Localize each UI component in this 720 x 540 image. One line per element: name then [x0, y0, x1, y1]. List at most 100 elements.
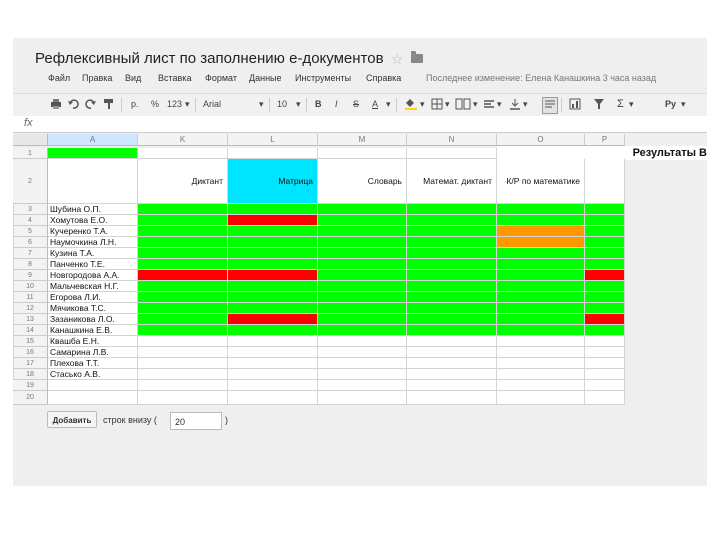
menu-help[interactable]: Справка — [366, 73, 401, 83]
fill-color-icon[interactable] — [404, 98, 418, 113]
chevron-down-icon[interactable]: ▾ — [296, 97, 301, 112]
row-header[interactable]: 11 — [13, 292, 48, 303]
status-cell[interactable] — [228, 336, 318, 347]
status-cell[interactable] — [228, 369, 318, 380]
chevron-down-icon[interactable]: ▾ — [420, 97, 425, 112]
strikethrough-button[interactable]: S — [353, 97, 359, 112]
status-cell[interactable] — [13, 369, 14, 380]
select-all-corner[interactable] — [13, 134, 48, 146]
row-header[interactable]: 14 — [13, 325, 48, 336]
chevron-down-icon[interactable]: ▾ — [445, 97, 450, 112]
cell[interactable] — [228, 380, 318, 391]
row-header[interactable]: 9 — [13, 270, 48, 281]
column-header-n[interactable]: N — [407, 134, 497, 146]
column-title[interactable]: Диктант — [138, 159, 228, 204]
cell[interactable] — [138, 148, 228, 159]
document-title[interactable]: Рефлексивный лист по заполнению е-докуме… — [35, 50, 384, 67]
status-cell[interactable] — [497, 270, 585, 281]
status-cell[interactable] — [585, 292, 625, 303]
cell[interactable] — [585, 159, 625, 204]
paint-format-icon[interactable] — [103, 98, 115, 113]
status-cell[interactable] — [13, 270, 14, 281]
chevron-down-icon[interactable]: ▾ — [629, 97, 634, 112]
chevron-down-icon[interactable]: ▾ — [497, 97, 502, 112]
student-name-cell[interactable]: Мальчевская Н.Г. — [48, 281, 138, 292]
status-cell[interactable] — [585, 248, 625, 259]
status-cell[interactable] — [138, 270, 228, 281]
status-cell[interactable] — [585, 369, 625, 380]
student-name-cell[interactable]: Кучеренко Т.А. — [48, 226, 138, 237]
row-header[interactable]: 16 — [13, 347, 48, 358]
status-cell[interactable] — [585, 270, 625, 281]
status-cell[interactable] — [228, 292, 318, 303]
row-header[interactable]: 20 — [13, 391, 48, 405]
status-cell[interactable] — [13, 259, 14, 270]
menu-format[interactable]: Формат — [205, 73, 237, 83]
status-cell[interactable] — [318, 336, 407, 347]
status-cell[interactable] — [407, 336, 497, 347]
status-cell[interactable] — [228, 215, 318, 226]
percent-button[interactable]: % — [151, 97, 159, 112]
menu-insert[interactable]: Вставка — [158, 73, 191, 83]
status-cell[interactable] — [138, 292, 228, 303]
status-cell[interactable] — [138, 347, 228, 358]
student-name-cell[interactable]: Стасько А.В. — [48, 369, 138, 380]
column-header-l[interactable]: L — [228, 134, 318, 146]
status-cell[interactable] — [13, 248, 14, 259]
cell[interactable] — [318, 380, 407, 391]
student-name-cell[interactable]: Плехова Т.Т. — [48, 358, 138, 369]
status-cell[interactable] — [407, 226, 497, 237]
status-cell[interactable] — [138, 237, 228, 248]
status-cell[interactable] — [138, 226, 228, 237]
row-header[interactable]: 15 — [13, 336, 48, 347]
status-cell[interactable] — [138, 215, 228, 226]
status-cell[interactable] — [138, 336, 228, 347]
status-cell[interactable] — [228, 259, 318, 270]
status-cell[interactable] — [13, 358, 14, 369]
status-cell[interactable] — [407, 358, 497, 369]
status-cell[interactable] — [497, 358, 585, 369]
student-name-cell[interactable]: Хомутова Е.О. — [48, 215, 138, 226]
student-name-cell[interactable]: Наумочкина Л.Н. — [48, 237, 138, 248]
bold-button[interactable]: B — [315, 97, 322, 112]
status-cell[interactable] — [228, 314, 318, 325]
column-header-o[interactable]: O — [497, 134, 585, 146]
cell[interactable] — [497, 391, 585, 405]
status-cell[interactable] — [228, 270, 318, 281]
status-cell[interactable] — [138, 248, 228, 259]
cell-a2[interactable] — [48, 159, 138, 204]
status-cell[interactable] — [318, 358, 407, 369]
status-cell[interactable] — [13, 314, 14, 325]
status-cell[interactable] — [585, 347, 625, 358]
student-name-cell[interactable]: Канашкина Е.В. — [48, 325, 138, 336]
status-cell[interactable] — [228, 204, 318, 215]
chevron-down-icon[interactable]: ▾ — [473, 97, 478, 112]
status-cell[interactable] — [585, 325, 625, 336]
chevron-down-icon[interactable]: ▾ — [386, 97, 391, 112]
status-cell[interactable] — [407, 281, 497, 292]
status-cell[interactable] — [497, 204, 585, 215]
results-header[interactable]: Результаты В — [497, 146, 707, 160]
chevron-down-icon[interactable]: ▾ — [681, 97, 686, 112]
cell[interactable] — [318, 391, 407, 405]
status-cell[interactable] — [318, 347, 407, 358]
status-cell[interactable] — [407, 314, 497, 325]
student-name-cell[interactable]: Кузина Т.А. — [48, 248, 138, 259]
status-cell[interactable] — [497, 226, 585, 237]
status-cell[interactable] — [318, 292, 407, 303]
status-cell[interactable] — [13, 226, 14, 237]
row-header[interactable]: 12 — [13, 303, 48, 314]
status-cell[interactable] — [497, 292, 585, 303]
status-cell[interactable] — [228, 347, 318, 358]
row-header[interactable]: 10 — [13, 281, 48, 292]
row-header[interactable]: 19 — [13, 380, 48, 391]
status-cell[interactable] — [497, 325, 585, 336]
text-color-button[interactable]: A — [372, 97, 378, 112]
status-cell[interactable] — [318, 215, 407, 226]
status-cell[interactable] — [585, 259, 625, 270]
status-cell[interactable] — [13, 292, 14, 303]
status-cell[interactable] — [228, 281, 318, 292]
status-cell[interactable] — [585, 281, 625, 292]
cell[interactable] — [585, 380, 625, 391]
row-header[interactable]: 17 — [13, 358, 48, 369]
